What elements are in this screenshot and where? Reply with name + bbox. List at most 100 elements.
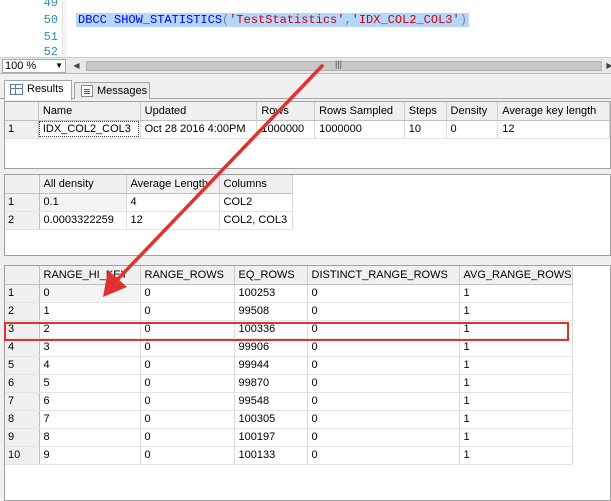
grid-cell[interactable]: 100336 [234, 320, 308, 339]
column-header[interactable]: Rows [256, 102, 316, 121]
row-number[interactable]: 7 [5, 392, 40, 411]
column-header[interactable]: Updated [140, 102, 258, 121]
row-number[interactable]: 4 [5, 338, 40, 357]
row-number[interactable]: 3 [5, 320, 40, 339]
grid-cell[interactable]: COL2 [219, 193, 293, 212]
grid-cell[interactable]: 4 [39, 356, 141, 375]
grid-cell[interactable]: 0 [307, 392, 460, 411]
table-row[interactable]: 10 9 0 100133 0 1 [5, 446, 573, 465]
grid-cell[interactable]: 100197 [234, 428, 308, 447]
grid-cell[interactable]: 0 [140, 374, 235, 393]
grid-cell[interactable]: IDX_COL2_COL3 [38, 120, 141, 139]
column-header[interactable]: EQ_ROWS [234, 266, 308, 285]
tab-results[interactable]: Results [4, 80, 72, 100]
table-row[interactable]: 2 1 0 99508 0 1 [5, 302, 573, 321]
grid-cell[interactable]: 10 [404, 120, 447, 139]
row-number[interactable]: 1 [5, 120, 39, 139]
grid-cell[interactable]: 99944 [234, 356, 308, 375]
table-row[interactable]: 7 6 0 99548 0 1 [5, 392, 573, 411]
grid-cell[interactable]: 0 [307, 302, 460, 321]
grid-cell[interactable]: 0 [140, 410, 235, 429]
grid-cell[interactable]: 2 [39, 320, 141, 339]
column-header[interactable]: All density [39, 175, 127, 194]
grid-cell[interactable]: 100305 [234, 410, 308, 429]
grid-cell[interactable]: 1 [39, 302, 141, 321]
editor-line[interactable]: 50 DBCC SHOW_STATISTICS('TestStatistics'… [0, 13, 611, 27]
table-row[interactable]: 3 2 0 100336 0 1 [5, 320, 573, 339]
row-number[interactable]: 1 [5, 193, 40, 212]
table-row[interactable]: 1 0 0 100253 0 1 [5, 284, 573, 303]
grid-cell[interactable]: 3 [39, 338, 141, 357]
grid-cell[interactable]: 100133 [234, 446, 308, 465]
table-row[interactable]: 1 0.1 4 COL2 [5, 193, 293, 212]
row-number[interactable]: 9 [5, 428, 40, 447]
stats-header-grid[interactable]: Name Updated Rows Rows Sampled Steps Den… [4, 101, 611, 169]
table-row[interactable]: 4 3 0 99906 0 1 [5, 338, 573, 357]
column-header[interactable]: Average key length [497, 102, 610, 121]
column-header[interactable]: RANGE_HI_KEY [39, 266, 141, 285]
grid-cell[interactable]: 100253 [234, 284, 308, 303]
column-header[interactable]: RANGE_ROWS [140, 266, 235, 285]
grid-cell[interactable]: 1 [459, 320, 573, 339]
grid-cell[interactable]: 0 [140, 320, 235, 339]
grid-cell[interactable]: 0 [140, 356, 235, 375]
grid-cell[interactable]: 99870 [234, 374, 308, 393]
row-number[interactable]: 10 [5, 446, 40, 465]
grid-cell[interactable]: 1 [459, 374, 573, 393]
grid-cell[interactable]: Oct 28 2016 4:00PM [140, 120, 258, 139]
grid-cell[interactable]: 1 [459, 356, 573, 375]
scroll-right-icon[interactable]: ▶ [603, 59, 611, 73]
grid-cell[interactable]: 0.0003322259 [39, 211, 127, 230]
row-number[interactable]: 6 [5, 374, 40, 393]
grid-cell[interactable]: 1 [459, 302, 573, 321]
column-header[interactable]: Rows Sampled [314, 102, 405, 121]
grid-cell[interactable]: 0 [140, 428, 235, 447]
grid-cell[interactable]: 1000000 [256, 120, 316, 139]
grid-cell[interactable]: 1 [459, 410, 573, 429]
grid-cell[interactable]: COL2, COL3 [219, 211, 293, 230]
grid-cell[interactable]: 1 [459, 446, 573, 465]
grid-cell[interactable]: 0 [140, 392, 235, 411]
grid-cell[interactable]: 6 [39, 392, 141, 411]
grid-cell[interactable]: 1 [459, 284, 573, 303]
grid-cell[interactable]: 99906 [234, 338, 308, 357]
row-number[interactable]: 2 [5, 302, 40, 321]
grid-cell[interactable]: 4 [126, 193, 220, 212]
grid-cell[interactable]: 0 [307, 446, 460, 465]
grid-cell[interactable]: 0 [39, 284, 141, 303]
grid-cell[interactable]: 0 [307, 374, 460, 393]
table-row[interactable]: 6 5 0 99870 0 1 [5, 374, 573, 393]
grid-cell[interactable]: 0 [140, 302, 235, 321]
grid-cell[interactable]: 1 [459, 392, 573, 411]
column-header[interactable]: AVG_RANGE_ROWS [459, 266, 573, 285]
grid-cell[interactable]: 0 [446, 120, 499, 139]
grid-cell[interactable]: 1 [459, 428, 573, 447]
grid-cell[interactable]: 9 [39, 446, 141, 465]
scroll-left-icon[interactable]: ◀ [70, 59, 83, 73]
column-header[interactable]: DISTINCT_RANGE_ROWS [307, 266, 460, 285]
horizontal-scrollbar-thumb[interactable]: ||| [86, 59, 602, 71]
grid-cell[interactable]: 1 [459, 338, 573, 357]
column-header[interactable]: Columns [219, 175, 293, 194]
tab-messages[interactable]: Messages [74, 82, 150, 99]
grid-cell[interactable]: 12 [497, 120, 610, 139]
column-header[interactable]: Density [446, 102, 499, 121]
table-row[interactable]: 1 IDX_COL2_COL3 Oct 28 2016 4:00PM 10000… [5, 120, 610, 139]
row-number[interactable]: 5 [5, 356, 40, 375]
table-row[interactable]: 9 8 0 100197 0 1 [5, 428, 573, 447]
editor-line[interactable]: 49 [0, 0, 611, 10]
row-number[interactable]: 8 [5, 410, 40, 429]
column-header[interactable]: Steps [404, 102, 447, 121]
grid-cell[interactable]: 0 [140, 284, 235, 303]
column-header[interactable]: Average Length [126, 175, 220, 194]
grid-cell[interactable]: 5 [39, 374, 141, 393]
column-header[interactable]: Name [38, 102, 141, 121]
row-number[interactable]: 1 [5, 284, 40, 303]
zoom-select[interactable]: 100 % ▼ [2, 59, 66, 73]
grid-cell[interactable]: 99508 [234, 302, 308, 321]
table-row[interactable]: 5 4 0 99944 0 1 [5, 356, 573, 375]
density-vector-grid[interactable]: All density Average Length Columns 1 0.1… [4, 174, 611, 256]
grid-cell[interactable]: 1000000 [314, 120, 405, 139]
query-editor[interactable]: 49 50 DBCC SHOW_STATISTICS('TestStatisti… [0, 0, 611, 57]
table-row[interactable]: 2 0.0003322259 12 COL2, COL3 [5, 211, 293, 230]
